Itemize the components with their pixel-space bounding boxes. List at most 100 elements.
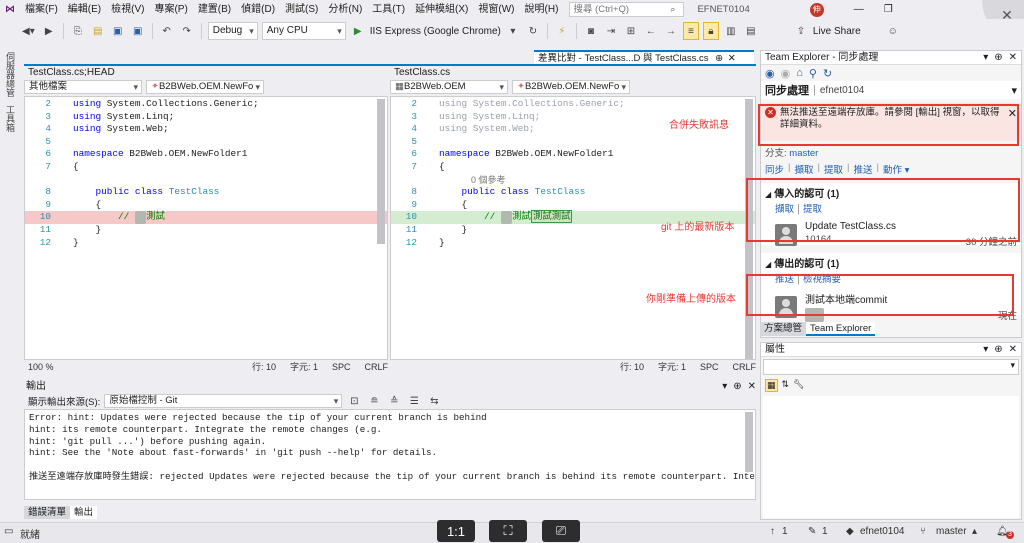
output-close-icon[interactable]: ✕: [748, 380, 756, 393]
configuration-select[interactable]: Debug: [207, 22, 258, 40]
te-refresh-icon[interactable]: ↻: [823, 67, 832, 80]
output-source-select[interactable]: 原始檔控制 - Git: [104, 394, 343, 408]
te-page-dropdown-icon[interactable]: ▾: [1011, 84, 1017, 97]
te-dropdown-icon[interactable]: ▾: [983, 51, 988, 64]
unpushed-commits[interactable]: 1: [782, 526, 788, 537]
run-icon[interactable]: ▶: [350, 22, 366, 40]
te-forward-icon[interactable]: ◉: [781, 67, 791, 80]
save-all-icon[interactable]: ▣: [130, 22, 146, 40]
back-icon[interactable]: ◀▾: [20, 22, 37, 40]
menu-debug[interactable]: 偵錯(D): [236, 0, 280, 19]
menu-analyze[interactable]: 分析(N): [323, 0, 367, 19]
tab-output[interactable]: 輸出: [70, 506, 98, 519]
property-pages-icon[interactable]: 🔧︎: [793, 379, 804, 392]
diff-tab[interactable]: 差異比對 - TestClass...D 與 TestClass.cs ⊕ ✕: [534, 50, 754, 65]
unpushed-commits-icon[interactable]: ↑: [770, 526, 775, 537]
menu-edit[interactable]: 編輯(E): [63, 0, 106, 19]
status-repo[interactable]: efnet0104: [860, 526, 905, 537]
avatar[interactable]: 伸: [809, 2, 824, 17]
props-pin-icon[interactable]: ⊕: [994, 343, 1002, 356]
save-icon[interactable]: ▣: [110, 22, 126, 40]
align-icon[interactable]: ≘: [366, 392, 382, 410]
clear-icon[interactable]: ☰: [406, 392, 422, 410]
categorized-icon[interactable]: ▦: [765, 379, 778, 392]
branch-link[interactable]: master: [789, 148, 818, 159]
wrap-icon[interactable]: ⇆: [426, 392, 442, 410]
tab-close-icon[interactable]: ✕: [728, 53, 736, 64]
feedback-icon[interactable]: ☺: [885, 22, 901, 40]
menu-test[interactable]: 測試(S): [280, 0, 323, 19]
zoom-level[interactable]: 100 %: [28, 360, 54, 374]
new-project-icon[interactable]: ⎘: [70, 22, 86, 40]
menu-project[interactable]: 專案(P): [149, 0, 192, 19]
fetch-link[interactable]: 擷取: [794, 162, 813, 176]
browser-link-icon[interactable]: ⚡: [554, 22, 570, 40]
te-connect-icon[interactable]: ⚲: [809, 67, 817, 80]
align2-icon[interactable]: ≙: [386, 392, 402, 410]
server-explorer-tab[interactable]: 伺服器總管: [4, 48, 17, 101]
left-scope-select[interactable]: 其他檔案: [24, 80, 142, 94]
camera-icon[interactable]: ◙: [583, 22, 599, 40]
left-code-editor[interactable]: 2 using System.Collections.Generic; 3 using…: [24, 96, 388, 360]
output-scrollbar[interactable]: [745, 412, 753, 472]
menu-help[interactable]: 說明(H): [520, 0, 564, 19]
te-pin-icon[interactable]: ⊕: [994, 51, 1002, 64]
tab-error-list[interactable]: 錯誤清單: [24, 506, 71, 519]
pending-changes[interactable]: 1: [822, 526, 828, 537]
right-scope-select[interactable]: ▦B2BWeb.OEM: [390, 80, 508, 94]
actions-link[interactable]: 動作 ▾: [883, 162, 909, 176]
left-scrollbar[interactable]: [377, 99, 385, 244]
forward-icon[interactable]: ▶: [41, 22, 57, 40]
next-change-icon[interactable]: →: [663, 22, 679, 40]
te-home-icon[interactable]: ⌂: [796, 67, 803, 79]
step-icon[interactable]: ⇥: [603, 22, 619, 40]
sync-link[interactable]: 同步: [765, 162, 784, 176]
live-share-icon[interactable]: ⇪: [793, 22, 809, 40]
zoom-1-1-button[interactable]: 1:1: [437, 520, 475, 542]
tab-solution-explorer[interactable]: 方案總管: [760, 322, 807, 336]
search-input[interactable]: 搜尋 (Ctrl+Q): [569, 2, 685, 17]
find-icon[interactable]: ⊡: [346, 392, 362, 410]
output-dropdown-icon[interactable]: ▾: [722, 380, 727, 393]
menu-build[interactable]: 建置(B): [193, 0, 236, 19]
status-branch[interactable]: master: [936, 526, 967, 537]
menu-file[interactable]: 檔案(F): [20, 0, 63, 19]
compare-icon[interactable]: ≡: [682, 22, 699, 40]
open-icon[interactable]: ▤: [90, 22, 106, 40]
run-dropdown-icon[interactable]: ▾: [505, 22, 521, 40]
minimize-icon[interactable]: —: [854, 4, 864, 15]
properties-object-select[interactable]: ▾: [763, 359, 1019, 375]
right-member-select[interactable]: ✦B2BWeb.OEM.NewFo: [512, 80, 630, 94]
layout-icon[interactable]: ▥: [723, 22, 739, 40]
layout2-icon[interactable]: ▤: [743, 22, 759, 40]
code-lens-references[interactable]: 0 個參考: [391, 174, 755, 187]
branch-icon[interactable]: ⑂: [920, 526, 926, 537]
output-pin-icon[interactable]: ⊕: [733, 380, 741, 393]
repo-icon[interactable]: ◆: [846, 526, 854, 537]
props-close-icon[interactable]: ✕: [1009, 343, 1017, 356]
props-dropdown-icon[interactable]: ▾: [983, 343, 988, 356]
fit-screen-icon[interactable]: ⛶: [489, 520, 527, 542]
menu-tools[interactable]: 工具(T): [367, 0, 410, 19]
lock-icon[interactable]: 🔒︎: [702, 22, 719, 40]
screenshot-edit-icon[interactable]: ⎚: [542, 520, 580, 542]
status-branch-arrow-icon[interactable]: ▴: [972, 526, 977, 537]
te-back-icon[interactable]: ◉: [765, 67, 775, 80]
prev-change-icon[interactable]: ←: [643, 22, 659, 40]
pin-icon[interactable]: ⊕: [715, 53, 723, 64]
alphabetical-icon[interactable]: ⇅: [782, 379, 790, 392]
undo-icon[interactable]: ↶: [159, 22, 175, 40]
te-close-icon[interactable]: ✕: [1009, 51, 1017, 64]
live-share-button[interactable]: Live Share: [813, 26, 861, 37]
refresh-icon[interactable]: ↻: [525, 22, 541, 40]
push-link[interactable]: 推送: [853, 162, 872, 176]
run-button[interactable]: IIS Express (Google Chrome): [370, 26, 501, 37]
left-member-select[interactable]: ✦B2BWeb.OEM.NewFo: [146, 80, 264, 94]
menu-extensions[interactable]: 延伸模組(X): [410, 0, 473, 19]
bookmark-icon[interactable]: ⊞: [623, 22, 639, 40]
menu-window[interactable]: 視窗(W): [473, 0, 519, 19]
pending-changes-icon[interactable]: ✎: [808, 526, 816, 537]
toolbox-tab[interactable]: 工具箱: [4, 101, 17, 136]
tab-team-explorer[interactable]: Team Explorer: [806, 322, 876, 336]
collapse-icon[interactable]: ◢: [765, 260, 771, 269]
